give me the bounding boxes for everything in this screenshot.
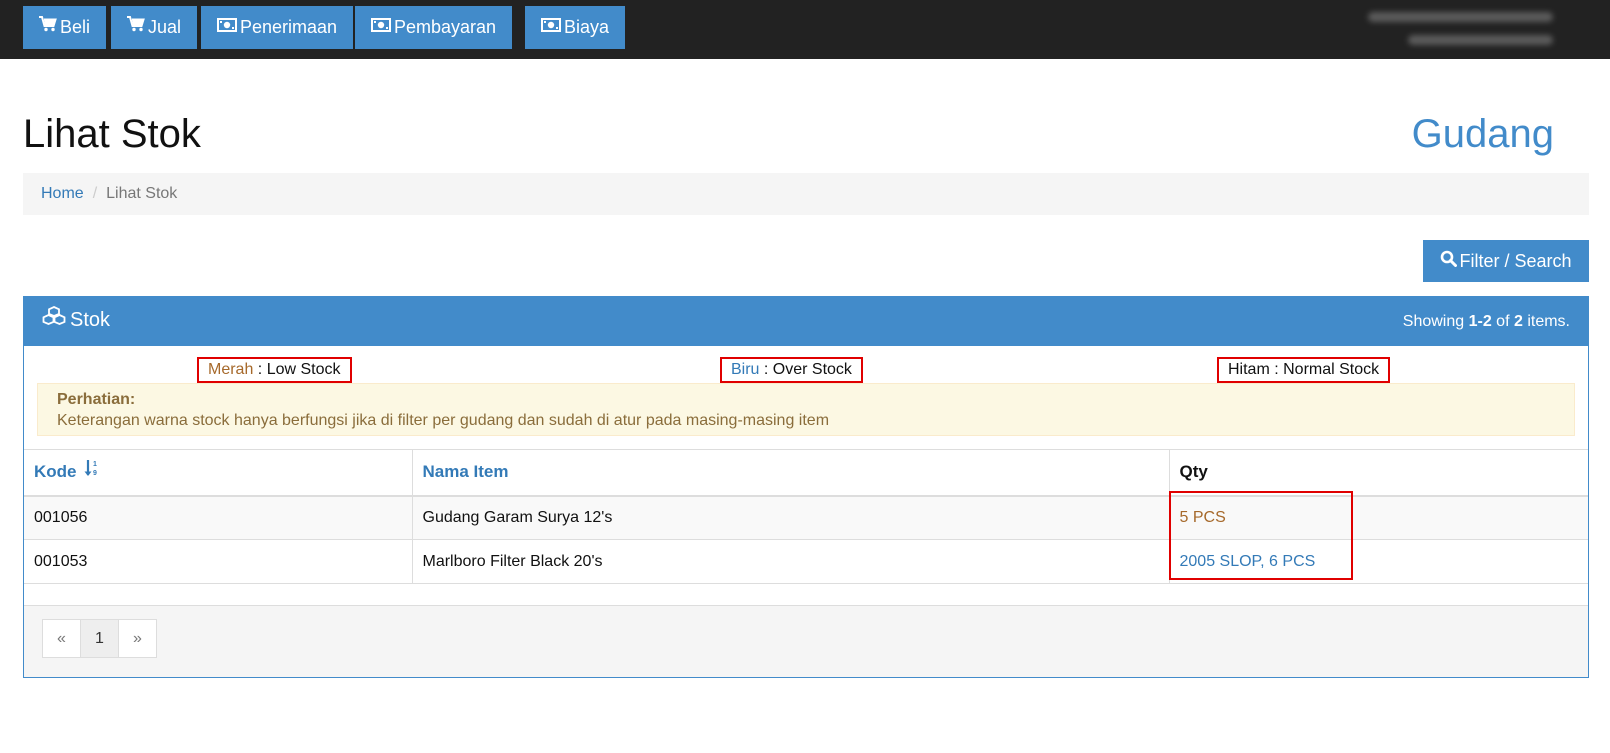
column-header-qty: Qty: [1168, 449, 1588, 497]
stock-panel: Stok Showing 1-2 of 2 items. Merah : Low…: [23, 296, 1589, 678]
pagination-page-1[interactable]: 1: [80, 619, 119, 658]
panel-footer: « 1 »: [24, 605, 1588, 677]
breadcrumb-current: Lihat Stok: [106, 185, 178, 202]
cell-kode: 001053: [24, 539, 413, 584]
panel-title: Stok: [42, 305, 111, 332]
nav-label: Beli: [60, 17, 91, 37]
alert-message: Keterangan warna stock hanya berfungsi j…: [57, 412, 830, 429]
qty-highlight-box: [1169, 491, 1353, 580]
pagination: « 1 »: [42, 619, 157, 658]
warning-alert: Perhatian: Keterangan warna stock hanya …: [37, 383, 1575, 436]
svg-text:9: 9: [93, 470, 97, 477]
items-range: 1-2: [1468, 313, 1492, 330]
nav-button-jual[interactable]: Jual: [111, 5, 198, 49]
panel-heading: Stok Showing 1-2 of 2 items.: [24, 297, 1588, 346]
page-title: Lihat Stok: [23, 112, 201, 156]
table-row: 001056 Gudang Garam Surya 12's 5 PCS: [24, 495, 1588, 540]
location-title: Gudang: [1411, 112, 1554, 156]
cart-icon: [39, 5, 57, 48]
nav-label: Biaya: [564, 17, 610, 37]
top-navbar: Beli Jual Penerimaan Pembayaran Biaya: [0, 0, 1610, 59]
breadcrumb-home-link[interactable]: Home: [41, 185, 84, 202]
legend-color-biru: Biru: [731, 361, 760, 378]
panel-title-text: Stok: [70, 309, 111, 331]
alert-title: Perhatian:: [57, 391, 136, 408]
legend-low-stock: Merah : Low Stock: [197, 357, 352, 383]
items-summary: Showing 1-2 of 2 items.: [1402, 313, 1570, 330]
breadcrumb: Home / Lihat Stok: [23, 173, 1589, 215]
filter-search-label: Filter / Search: [1459, 251, 1572, 271]
nav-button-pembayaran[interactable]: Pembayaran: [355, 5, 513, 49]
svg-text:1: 1: [93, 461, 97, 468]
legend-over-stock: Biru : Over Stock: [720, 357, 863, 383]
nav-label: Pembayaran: [394, 17, 497, 37]
nav-button-penerimaan[interactable]: Penerimaan: [201, 5, 354, 49]
cell-nama-item: Marlboro Filter Black 20's: [411, 539, 1170, 584]
money-icon: [371, 5, 391, 48]
stock-table: Kode 19 Nama Item Qty 001056 Gudang Gara…: [24, 449, 1588, 584]
money-icon: [217, 5, 237, 48]
legend-normal-stock: Hitam : Normal Stock: [1217, 357, 1391, 383]
cart-icon: [127, 5, 145, 48]
nav-button-beli[interactable]: Beli: [23, 5, 107, 49]
nav-label: Jual: [148, 17, 182, 37]
pagination-prev[interactable]: «: [42, 619, 81, 658]
money-icon: [541, 5, 561, 48]
breadcrumb-separator: /: [92, 185, 98, 202]
cell-kode: 001056: [24, 495, 413, 540]
legend-color-hitam: Hitam: [1228, 361, 1270, 378]
column-header-nama-item[interactable]: Nama Item: [411, 449, 1170, 497]
filter-search-button[interactable]: Filter / Search: [1423, 240, 1589, 282]
pagination-next[interactable]: »: [118, 619, 157, 658]
cubes-icon: [42, 305, 66, 332]
nav-button-biaya[interactable]: Biaya: [525, 5, 626, 49]
items-total: 2: [1513, 313, 1523, 330]
sort-numeric-asc-icon: 19: [84, 458, 100, 483]
legend-color-merah: Merah: [208, 361, 254, 378]
nav-label: Penerimaan: [240, 17, 338, 37]
table-row: 001053 Marlboro Filter Black 20's 2005 S…: [24, 539, 1588, 584]
cell-nama-item: Gudang Garam Surya 12's: [411, 495, 1170, 540]
search-icon: [1440, 240, 1458, 282]
user-info-redacted: [1368, 8, 1558, 52]
column-header-kode[interactable]: Kode 19: [24, 449, 413, 497]
